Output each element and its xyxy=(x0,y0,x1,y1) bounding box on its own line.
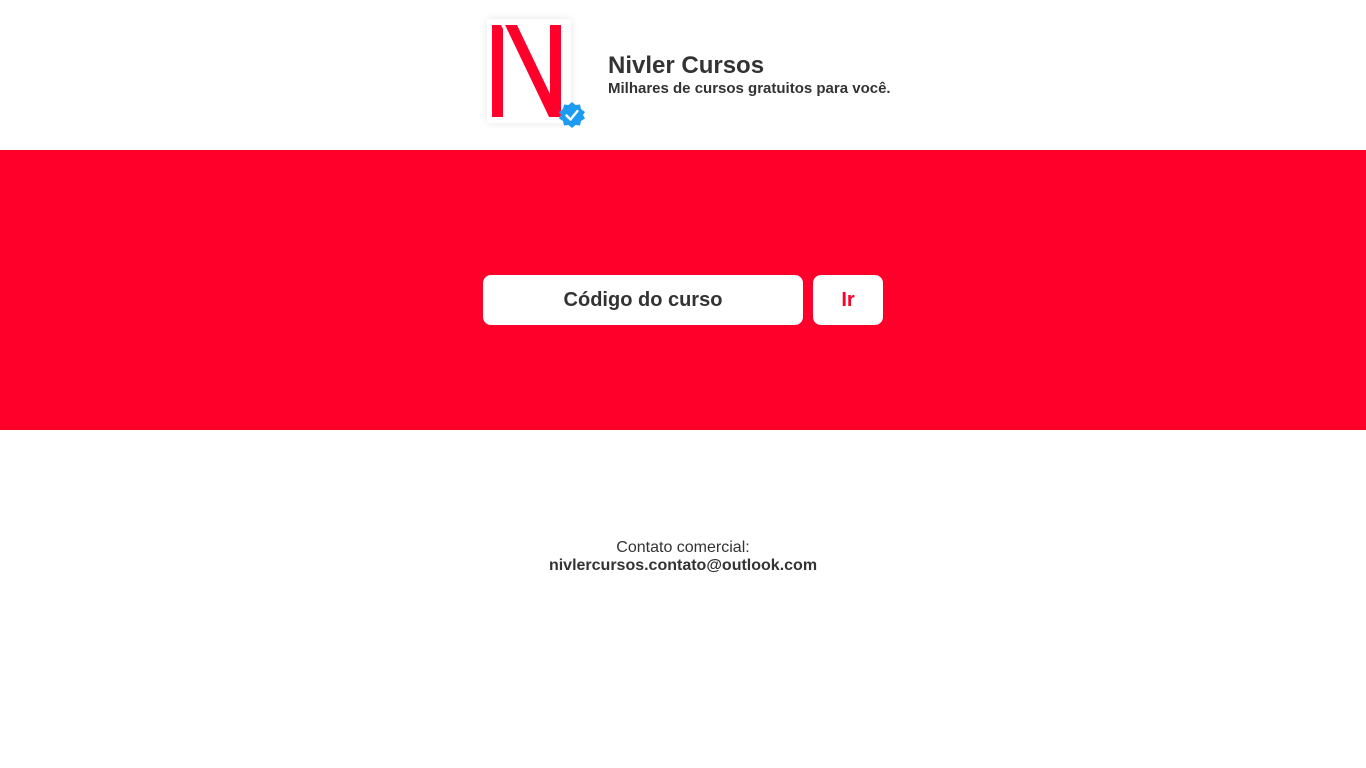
course-search-band: Ir xyxy=(0,150,1366,430)
page: Nivler Cursos Milhares de cursos gratuit… xyxy=(0,0,1366,768)
contact-email-link[interactable]: nivlercursos.contato@outlook.com xyxy=(549,557,817,575)
brand-block: Nivler Cursos Milhares de cursos gratuit… xyxy=(608,52,891,98)
go-button[interactable]: Ir xyxy=(813,275,883,325)
contact-section: Contato comercial: nivlercursos.contato@… xyxy=(0,539,1366,575)
verified-badge-icon xyxy=(559,102,585,128)
site-tagline: Milhares de cursos gratuitos para você. xyxy=(608,80,891,97)
site-title: Nivler Cursos xyxy=(608,52,765,79)
course-code-input[interactable] xyxy=(483,275,803,325)
contact-label: Contato comercial: xyxy=(616,539,750,556)
site-header: Nivler Cursos Milhares de cursos gratuit… xyxy=(0,0,1366,150)
